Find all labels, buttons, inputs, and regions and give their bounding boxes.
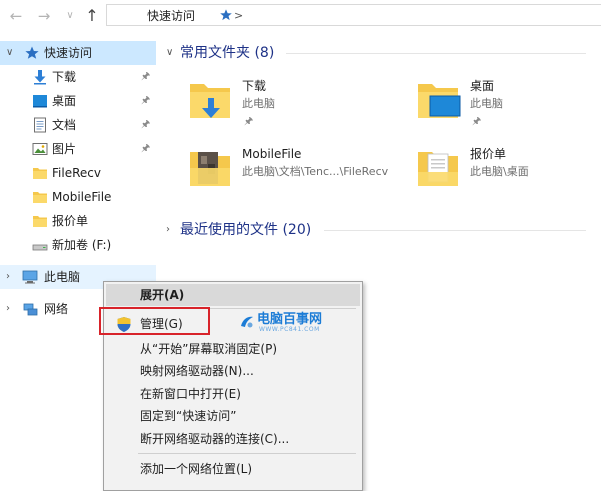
nav-label: FileRecv	[52, 166, 101, 180]
folder-icon	[33, 216, 47, 227]
nav-label: 报价单	[52, 214, 89, 228]
nav-item-pictures[interactable]: 图片 🖈	[0, 137, 156, 161]
pictures-icon	[32, 143, 48, 155]
folder-tile-downloads[interactable]: 下载 此电脑 🖈	[178, 76, 398, 136]
download-icon	[34, 70, 46, 85]
folder-icon	[33, 168, 47, 179]
menu-item-disconnect-drive[interactable]: 断开网络驱动器的连接(C)...	[106, 428, 360, 450]
section-divider	[324, 230, 586, 231]
quick-access-star-icon	[25, 46, 39, 59]
section-frequent-folders[interactable]: ∨ 常用文件夹 (8)	[164, 42, 594, 64]
pin-icon: 🖈	[141, 143, 151, 154]
tile-name: 下载	[242, 79, 267, 93]
pin-icon: 🖈	[244, 116, 254, 127]
downloads-folder-icon	[190, 84, 230, 118]
menu-item-label: 固定到“快速访问”	[140, 409, 237, 423]
menu-item-label: 在新窗口中打开(E)	[140, 387, 241, 401]
nav-quick-access[interactable]: ∨ 快速访问	[0, 41, 156, 65]
nav-item-mobilefile[interactable]: MobileFile	[0, 185, 156, 209]
menu-item-pin-quick-access[interactable]: 固定到“快速访问”	[106, 405, 360, 427]
nav-label: 下载	[52, 70, 77, 84]
desktop-folder-icon	[418, 84, 461, 118]
watermark: 电脑百事网 WWW.PC841.COM	[239, 312, 349, 333]
nav-label: 桌面	[52, 94, 77, 108]
menu-item-label: 从“开始”屏幕取消固定(P)	[140, 342, 278, 356]
chevron-down-icon[interactable]: ∨	[6, 45, 16, 61]
tile-location: 此电脑	[242, 97, 275, 110]
nav-item-filerecv[interactable]: FileRecv	[0, 161, 156, 185]
back-button[interactable]: ←	[6, 6, 26, 26]
tile-location: 此电脑\文档\Tenc...\FileRecv	[242, 165, 389, 178]
breadcrumb-quick-access[interactable]: 快速访问	[147, 8, 195, 24]
network-icon	[23, 303, 38, 316]
menu-separator	[138, 453, 356, 454]
pin-icon: 🖈	[141, 71, 151, 82]
address-bar: ← → ∨ ↑ > 快速访问	[0, 0, 601, 32]
watermark-logo-icon	[241, 316, 253, 328]
tile-name: MobileFile	[242, 147, 302, 161]
recent-locations-button[interactable]: ∨	[60, 6, 80, 26]
pin-icon: 🖈	[472, 116, 482, 127]
menu-item-label: 展开(A)	[140, 288, 185, 302]
nav-label: 新加卷 (F:)	[52, 238, 112, 252]
tile-location: 此电脑\桌面	[470, 165, 529, 178]
menu-item-label: 添加一个网络位置(L)	[140, 462, 253, 476]
menu-item-add-network-location[interactable]: 添加一个网络位置(L)	[106, 458, 360, 480]
menu-item-unpin-start[interactable]: 从“开始”屏幕取消固定(P)	[106, 338, 360, 360]
pin-icon: 🖈	[141, 119, 151, 130]
nav-item-downloads[interactable]: 下载 🖈	[0, 65, 156, 89]
tile-name: 报价单	[470, 147, 507, 161]
nav-label: 文档	[52, 118, 77, 132]
menu-item-expand[interactable]: 展开(A)	[106, 284, 360, 306]
menu-item-label: 映射网络驱动器(N)...	[140, 364, 254, 378]
chevron-right-icon[interactable]: ›	[166, 222, 176, 238]
section-recent-files[interactable]: › 最近使用的文件 (20)	[164, 219, 594, 241]
nav-label: 图片	[52, 142, 77, 156]
folder-tile-desktop[interactable]: 桌面 此电脑 🖈	[406, 76, 601, 136]
quick-access-star-icon	[220, 9, 232, 21]
breadcrumb-separator[interactable]: >	[234, 9, 243, 23]
highlight-box	[99, 307, 210, 335]
desktop-icon	[33, 95, 47, 108]
folder-icon	[33, 192, 47, 203]
nav-item-desktop[interactable]: 桌面 🖈	[0, 89, 156, 113]
watermark-text: 电脑百事网	[257, 312, 323, 327]
chevron-down-icon[interactable]: ∨	[166, 45, 176, 61]
documents-icon	[34, 117, 46, 133]
section-divider	[286, 53, 586, 54]
drive-icon	[32, 244, 48, 251]
menu-item-open-new-window[interactable]: 在新窗口中打开(E)	[106, 383, 360, 405]
folder-tile-mobilefile[interactable]: MobileFile 此电脑\文档\Tenc...\FileRecv	[178, 144, 398, 204]
section-title: 常用文件夹 (8)	[180, 45, 275, 61]
nav-label: 此电脑	[44, 270, 81, 284]
forward-button[interactable]: →	[34, 6, 54, 26]
tile-location: 此电脑	[470, 97, 503, 110]
nav-label: MobileFile	[52, 190, 112, 204]
pin-icon: 🖈	[141, 95, 151, 106]
address-field[interactable]: > 快速访问	[106, 4, 601, 26]
folder-tile-quote[interactable]: 报价单 此电脑\桌面	[406, 144, 601, 204]
menu-item-label: 断开网络驱动器的连接(C)...	[140, 432, 290, 446]
nav-label: 快速访问	[44, 46, 93, 60]
watermark-url: WWW.PC841.COM	[259, 326, 320, 333]
nav-item-quote[interactable]: 报价单	[0, 209, 156, 233]
chevron-right-icon[interactable]: ›	[6, 301, 16, 317]
section-title: 最近使用的文件 (20)	[180, 222, 312, 238]
computer-icon	[22, 270, 38, 284]
nav-label: 网络	[44, 302, 69, 316]
up-button[interactable]: ↑	[82, 6, 102, 26]
chevron-right-icon[interactable]: ›	[6, 269, 16, 285]
nav-item-drive-f[interactable]: 新加卷 (F:)	[0, 233, 156, 257]
quote-folder-icon	[418, 152, 458, 186]
tile-name: 桌面	[470, 79, 495, 93]
menu-item-map-network-drive[interactable]: 映射网络驱动器(N)...	[106, 360, 360, 382]
nav-item-documents[interactable]: 文档 🖈	[0, 113, 156, 137]
mobilefile-folder-icon	[190, 152, 230, 186]
